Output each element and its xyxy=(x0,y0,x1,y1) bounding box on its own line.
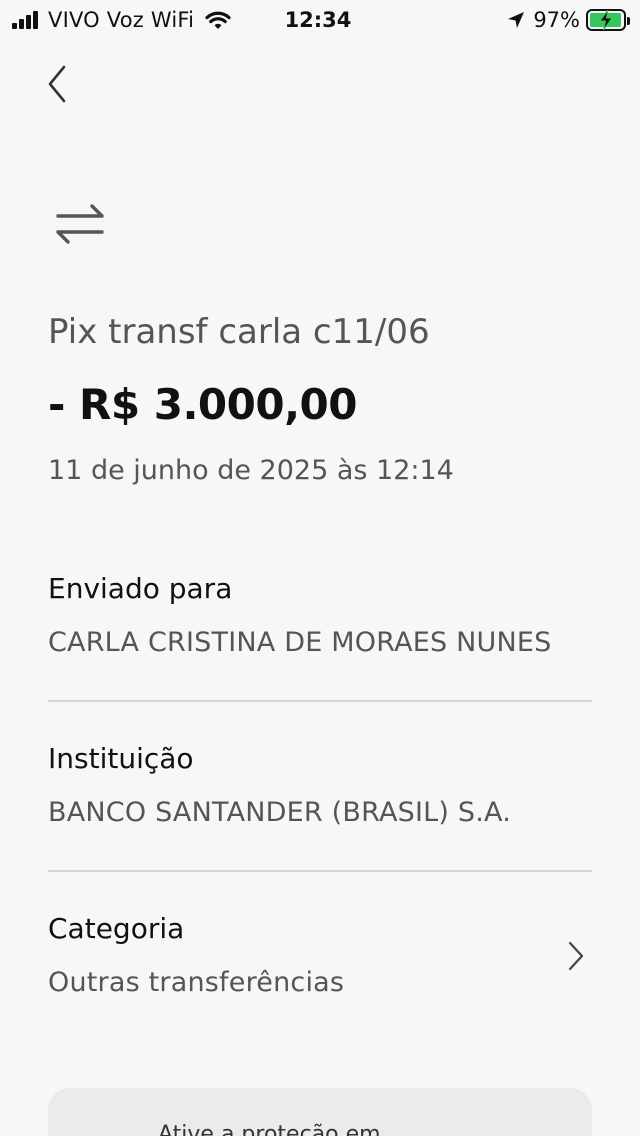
detail-institution: Instituição BANCO SANTANDER (BRASIL) S.A… xyxy=(48,742,592,828)
chevron-left-icon xyxy=(48,65,66,103)
battery-percentage: 97% xyxy=(533,8,580,32)
divider xyxy=(48,700,592,702)
category-label: Categoria xyxy=(48,912,185,945)
transaction-date: 11 de junho de 2025 às 12:14 xyxy=(48,455,454,486)
institution-label: Instituição xyxy=(48,742,194,775)
back-button[interactable] xyxy=(40,60,74,108)
protection-card[interactable]: Ative a proteção em xyxy=(48,1088,592,1136)
divider xyxy=(48,870,592,872)
sent-to-label: Enviado para xyxy=(48,572,233,605)
status-time: 12:34 xyxy=(284,8,352,32)
transfer-arrows-icon xyxy=(56,204,104,244)
category-value: Outras transferências xyxy=(48,967,345,998)
sent-to-value: CARLA CRISTINA DE MORAES NUNES xyxy=(48,627,552,658)
transaction-detail-screen: VIVO Voz WiFi 12:34 97% Pix transf carla… xyxy=(0,0,640,1136)
detail-sent-to: Enviado para CARLA CRISTINA DE MORAES NU… xyxy=(48,572,592,658)
transaction-amount: - R$ 3.000,00 xyxy=(48,380,358,429)
status-bar: VIVO Voz WiFi 12:34 97% xyxy=(0,0,640,40)
protection-card-text: Ative a proteção em xyxy=(158,1122,381,1136)
transaction-title: Pix transf carla c11/06 xyxy=(48,312,430,352)
status-right: 97% xyxy=(507,6,630,34)
institution-value: BANCO SANTANDER (BRASIL) S.A. xyxy=(48,797,511,828)
location-arrow-icon xyxy=(508,12,525,28)
battery-icon xyxy=(586,9,630,31)
category-row[interactable]: Categoria Outras transferências xyxy=(48,912,592,1012)
chevron-right-icon xyxy=(568,941,584,971)
battery-cap xyxy=(627,17,630,25)
charging-bolt-icon xyxy=(599,10,613,30)
